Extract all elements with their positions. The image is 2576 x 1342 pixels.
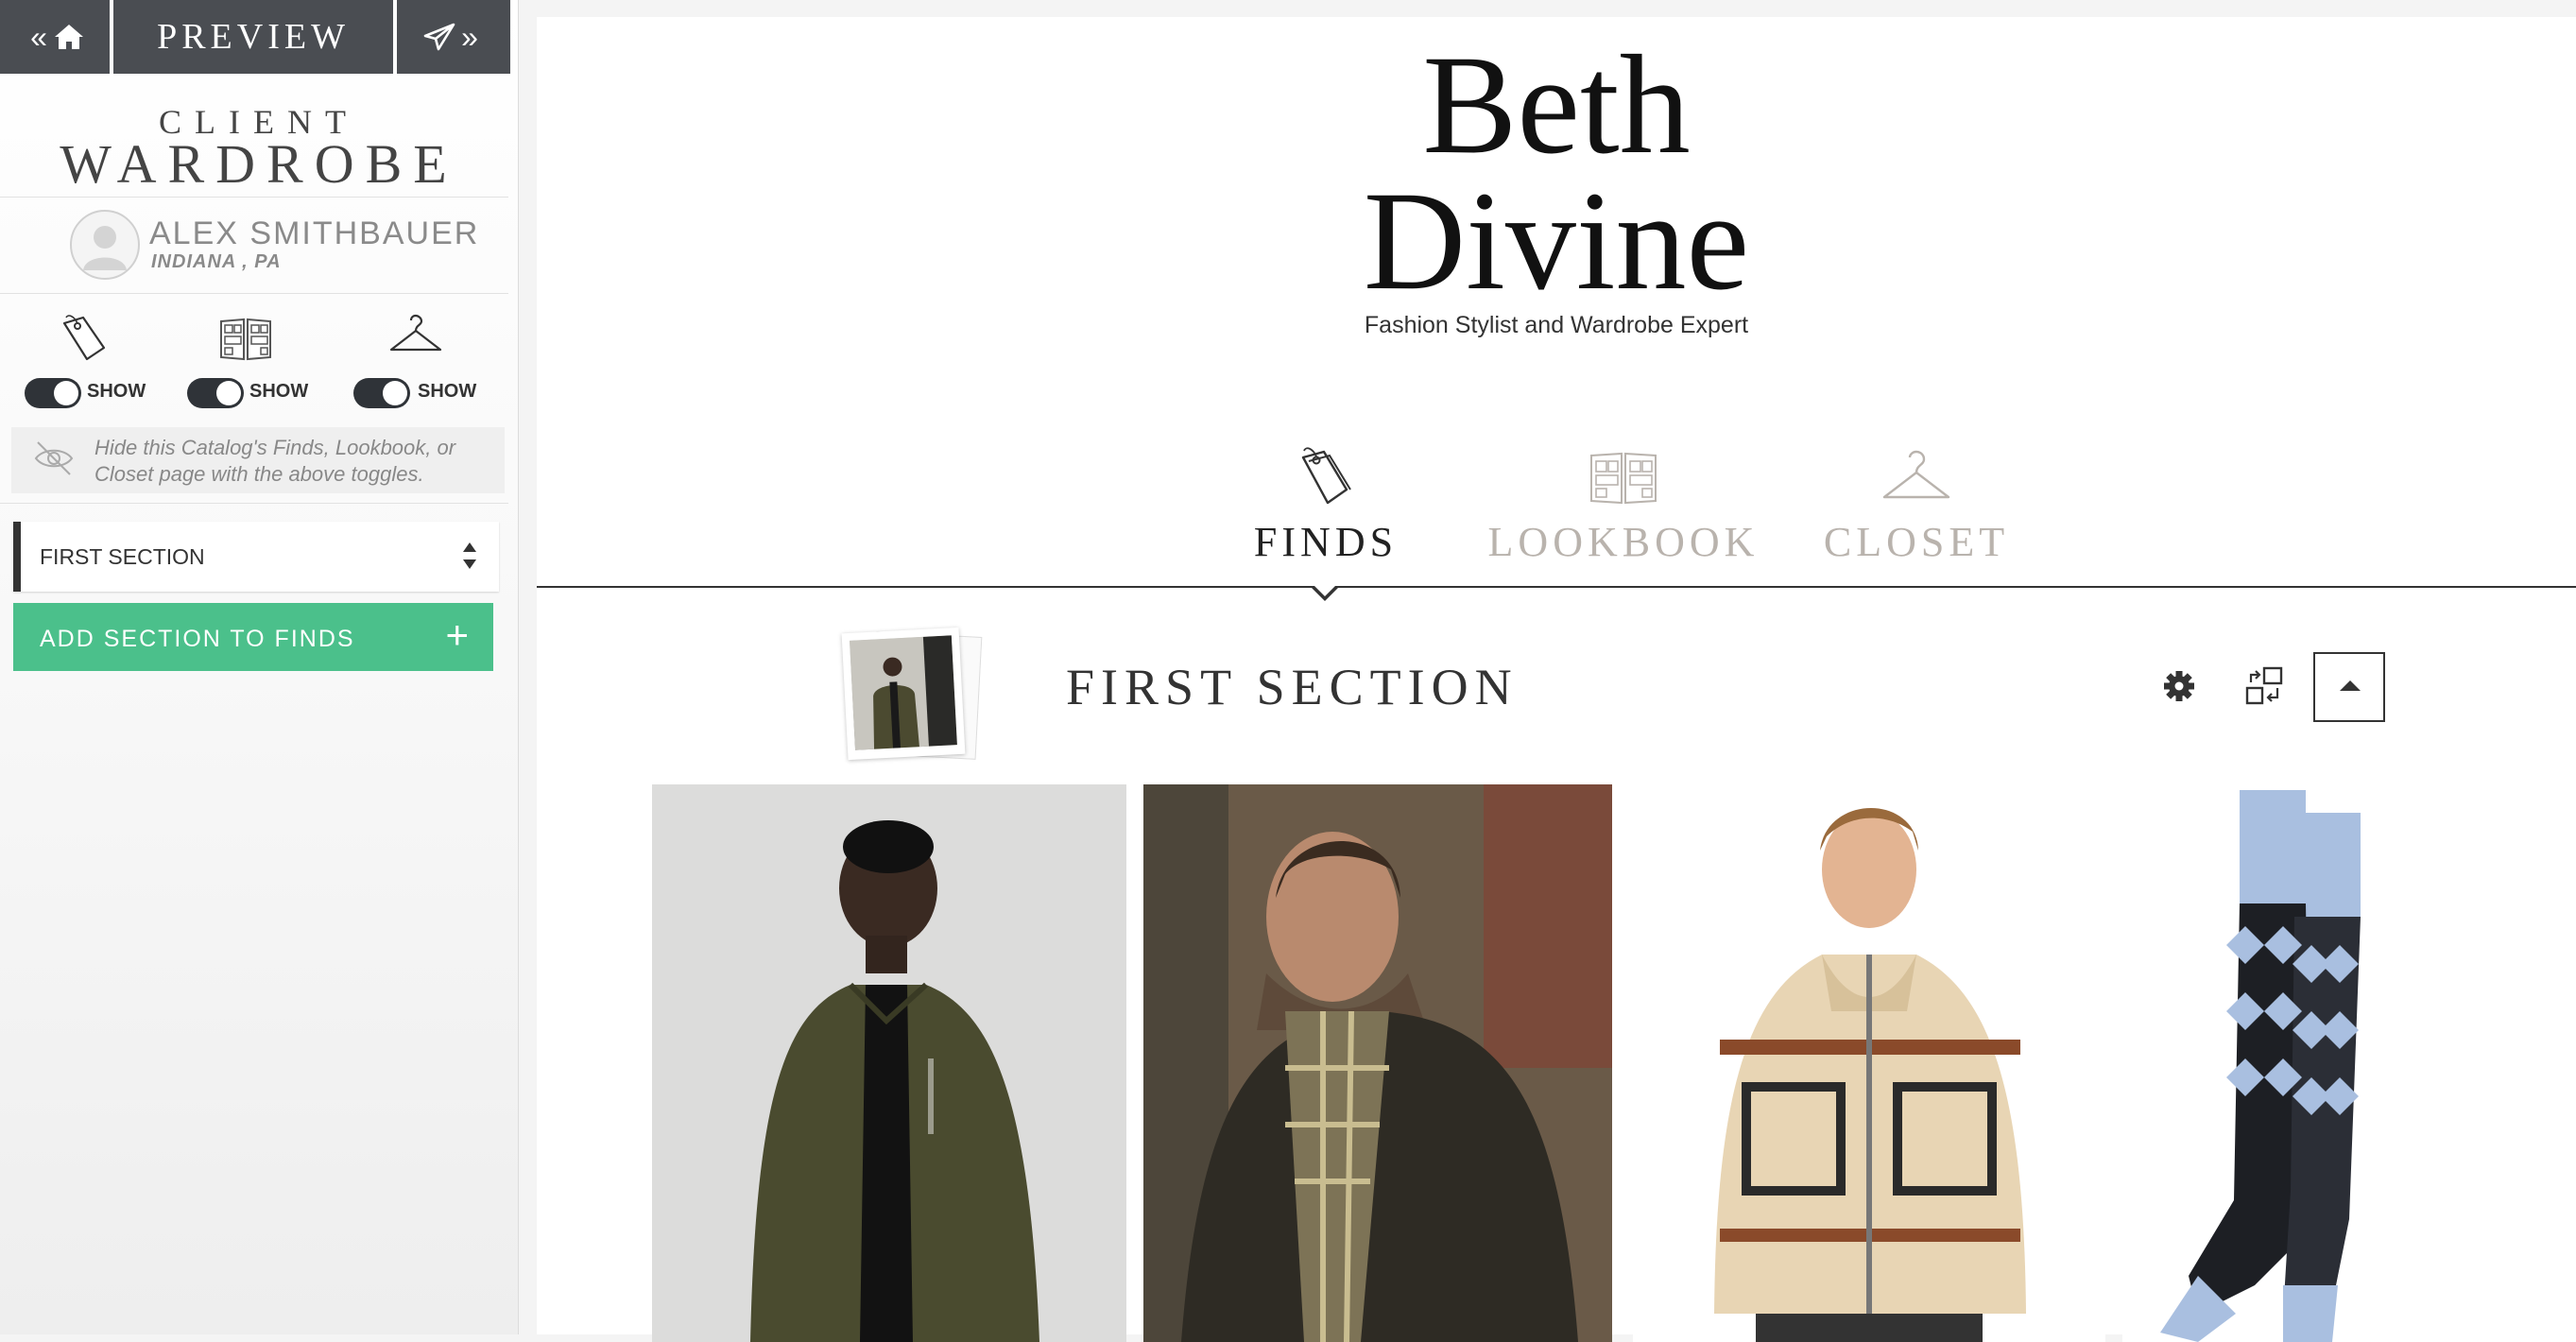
swap-layout-icon[interactable] bbox=[2243, 665, 2285, 707]
toggle-label: SHOW bbox=[87, 381, 146, 402]
collapse-section-button[interactable] bbox=[2313, 652, 2385, 722]
active-tab-pointer bbox=[1310, 584, 1340, 601]
add-section-label: ADD SECTION TO FINDS bbox=[40, 626, 355, 652]
divider bbox=[0, 503, 508, 504]
sidebar-title-line2: WARDROBE bbox=[60, 133, 458, 195]
divider bbox=[0, 197, 508, 198]
product-image bbox=[1633, 784, 2105, 1342]
brand-subtitle: Fashion Stylist and Wardrobe Expert bbox=[1364, 312, 1749, 338]
hanger-icon bbox=[389, 314, 442, 352]
add-section-button[interactable]: ADD SECTION TO FINDS + bbox=[13, 603, 493, 671]
sort-arrows-icon bbox=[463, 542, 476, 569]
section-title: FIRST SECTION bbox=[1066, 659, 1519, 715]
section-thumbnail[interactable] bbox=[841, 627, 983, 761]
client-location: INDIANA , PA bbox=[151, 251, 282, 272]
user-icon bbox=[83, 226, 127, 270]
closet-visibility-toggle[interactable] bbox=[353, 378, 410, 408]
brand-logo-line1: Beth bbox=[1422, 26, 1691, 183]
brand-logo-line2: Divine bbox=[1363, 163, 1750, 319]
caret-up-icon bbox=[2340, 680, 2361, 691]
double-chevron-right-icon: » bbox=[461, 20, 478, 54]
send-forward-button[interactable]: » bbox=[397, 0, 510, 74]
toggle-label: SHOW bbox=[249, 381, 309, 402]
visibility-hint: Hide this Catalog's Finds, Lookbook, or … bbox=[11, 427, 505, 493]
gear-icon[interactable] bbox=[2158, 665, 2200, 707]
tab-lookbook[interactable]: LOOKBOOK bbox=[1472, 444, 1775, 566]
tab-label: LOOKBOOK bbox=[1487, 519, 1760, 565]
product-card[interactable] bbox=[1633, 784, 2105, 1342]
product-image bbox=[2122, 784, 2576, 1342]
sidebar: « PREVIEW » CLIENT WARDROBE ALEX SMITHBA… bbox=[0, 0, 519, 1334]
price-tag-icon bbox=[1301, 447, 1351, 505]
product-image bbox=[652, 784, 1126, 1342]
toggle-label: SHOW bbox=[418, 381, 477, 402]
lookbook-icon bbox=[220, 318, 271, 361]
divider bbox=[0, 293, 508, 294]
send-icon bbox=[423, 23, 455, 51]
eye-slash-icon bbox=[34, 441, 74, 475]
section-select-value: FIRST SECTION bbox=[40, 544, 205, 569]
tab-label: CLOSET bbox=[1823, 519, 2010, 565]
client-name: ALEX SMITHBAUER bbox=[149, 215, 480, 251]
finds-visibility-toggle[interactable] bbox=[25, 378, 81, 408]
hanger-icon bbox=[1882, 450, 1950, 499]
catalog-preview: Beth Divine Fashion Stylist and Wardrobe… bbox=[537, 17, 2576, 1342]
lookbook-visibility-toggle[interactable] bbox=[187, 378, 244, 408]
home-icon bbox=[54, 25, 83, 49]
tab-underline bbox=[537, 586, 2576, 588]
product-card[interactable] bbox=[1143, 784, 1612, 1342]
section-thumbnail-image bbox=[849, 635, 957, 750]
hint-text: Hide this Catalog's Finds, Lookbook, or … bbox=[94, 436, 456, 486]
plus-icon: + bbox=[445, 612, 469, 657]
price-tag-icon bbox=[62, 315, 106, 361]
section-select[interactable]: FIRST SECTION bbox=[13, 522, 499, 592]
back-home-button[interactable]: « bbox=[0, 0, 110, 74]
lookbook-icon bbox=[1590, 452, 1657, 505]
avatar[interactable] bbox=[70, 210, 140, 280]
tab-finds[interactable]: FINDS bbox=[1245, 444, 1406, 566]
product-image bbox=[1143, 784, 1612, 1342]
preview-button[interactable]: PREVIEW bbox=[113, 0, 393, 74]
double-chevron-left-icon: « bbox=[30, 20, 47, 54]
tab-label: FINDS bbox=[1253, 519, 1399, 565]
product-card[interactable] bbox=[2122, 784, 2576, 1342]
tab-closet[interactable]: CLOSET bbox=[1794, 444, 2039, 566]
product-card[interactable] bbox=[652, 784, 1126, 1342]
